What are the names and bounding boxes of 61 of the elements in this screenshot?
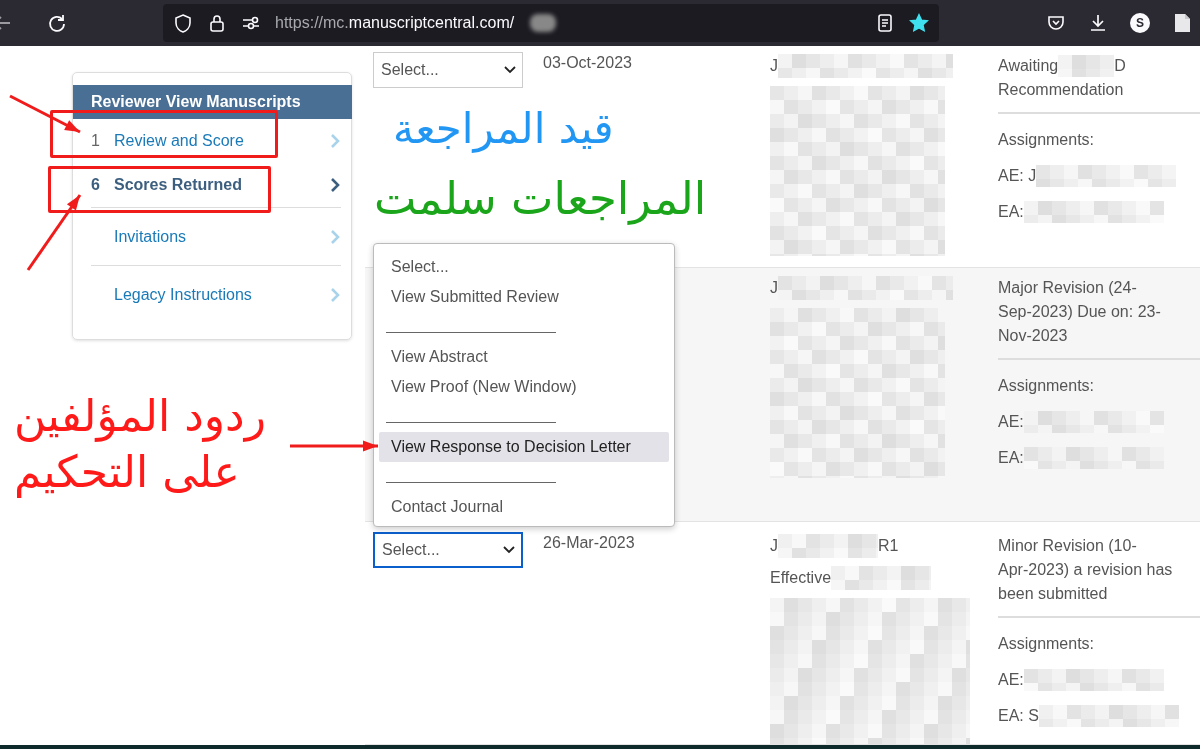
assignments-label: Assignments: <box>998 377 1095 394</box>
arrow <box>9 94 81 134</box>
reader-view-icon[interactable] <box>875 13 895 33</box>
annotation-text: ردود المؤلفين على التحكيم <box>14 389 267 500</box>
chevron-icon <box>330 177 341 193</box>
shield-icon[interactable] <box>173 13 193 33</box>
sidebar-item[interactable]: 1 Review and Score <box>91 119 341 163</box>
status-text: D <box>1114 56 1126 76</box>
status-text: Recommendation <box>998 80 1124 100</box>
address-bar[interactable]: https://mc.manuscriptcentral.com/ <box>163 4 939 42</box>
title-text: Effective <box>770 568 832 588</box>
chevron-icon <box>330 286 341 303</box>
caret-icon <box>504 66 516 74</box>
title-text: R1 <box>878 536 899 556</box>
status-text: Major Revision (24- <box>998 278 1137 298</box>
assignment-text: EA: <box>998 202 1024 222</box>
assignment-text: EA: S <box>998 706 1039 726</box>
dropdown-option[interactable]: View Submitted Review <box>379 282 669 312</box>
caret-icon <box>503 546 515 554</box>
dropdown-option[interactable]: Select... <box>379 252 669 282</box>
status-text: been submitted <box>998 584 1108 604</box>
dropdown-option[interactable]: View Proof (New Window) <box>379 372 669 402</box>
lock-icon[interactable] <box>207 13 227 33</box>
status-text: Sep-2023) Due on: 23- <box>998 302 1161 322</box>
assignment-text: AE: <box>998 412 1024 432</box>
url-text[interactable]: https://mc.manuscriptcentral.com/ <box>275 14 515 32</box>
dropdown-option[interactable]: Contact Journal <box>379 492 669 522</box>
pocket-icon[interactable] <box>1046 13 1066 33</box>
sidebar-item[interactable]: 6 Scores Returned <box>91 163 341 207</box>
profile-avatar[interactable]: S <box>1130 13 1150 33</box>
document-icon[interactable] <box>1172 13 1192 33</box>
select-dropdown[interactable]: Select... <box>373 532 523 568</box>
annotation-text: المراجعات سلمت <box>374 172 707 225</box>
chevron-icon <box>330 133 341 149</box>
chevron-icon <box>330 228 341 245</box>
date-text: 03-Oct-2023 <box>543 54 632 71</box>
title-text: J <box>770 56 778 76</box>
blurred-area <box>1058 55 1115 77</box>
sidebar-item[interactable]: Invitations <box>91 207 341 265</box>
assignments-label: Assignments: <box>998 635 1095 652</box>
status-text: Apr-2023) a revision has <box>998 560 1173 580</box>
dropdown-option[interactable]: View Abstract <box>379 342 669 372</box>
dropdown-option[interactable]: View Response to Decision Letter <box>379 432 669 462</box>
panel-title: Reviewer View Manuscripts <box>73 85 352 119</box>
assignment-text: AE: <box>998 670 1024 690</box>
date-text: 26-Mar-2023 <box>543 534 635 551</box>
annotation-text: قيد المراجعة <box>393 104 614 153</box>
status-text: Nov-2023 <box>998 326 1068 346</box>
star-icon[interactable] <box>909 13 929 33</box>
status-text: Minor Revision (10- <box>998 536 1137 556</box>
assignment-text: EA: <box>998 448 1024 468</box>
select-dropdown[interactable]: Select... <box>373 52 523 88</box>
title-text: J <box>770 536 778 556</box>
sidebar-item[interactable]: Legacy Instructions <box>91 265 341 323</box>
download-icon[interactable] <box>1088 13 1108 33</box>
reload-icon[interactable] <box>46 13 66 33</box>
assignment-text: AE: J <box>998 166 1037 186</box>
assignments-label: Assignments: <box>998 131 1095 148</box>
status-text: Awaiting <box>998 56 1059 76</box>
title-text: J <box>770 278 778 298</box>
blurred-area <box>530 14 557 32</box>
